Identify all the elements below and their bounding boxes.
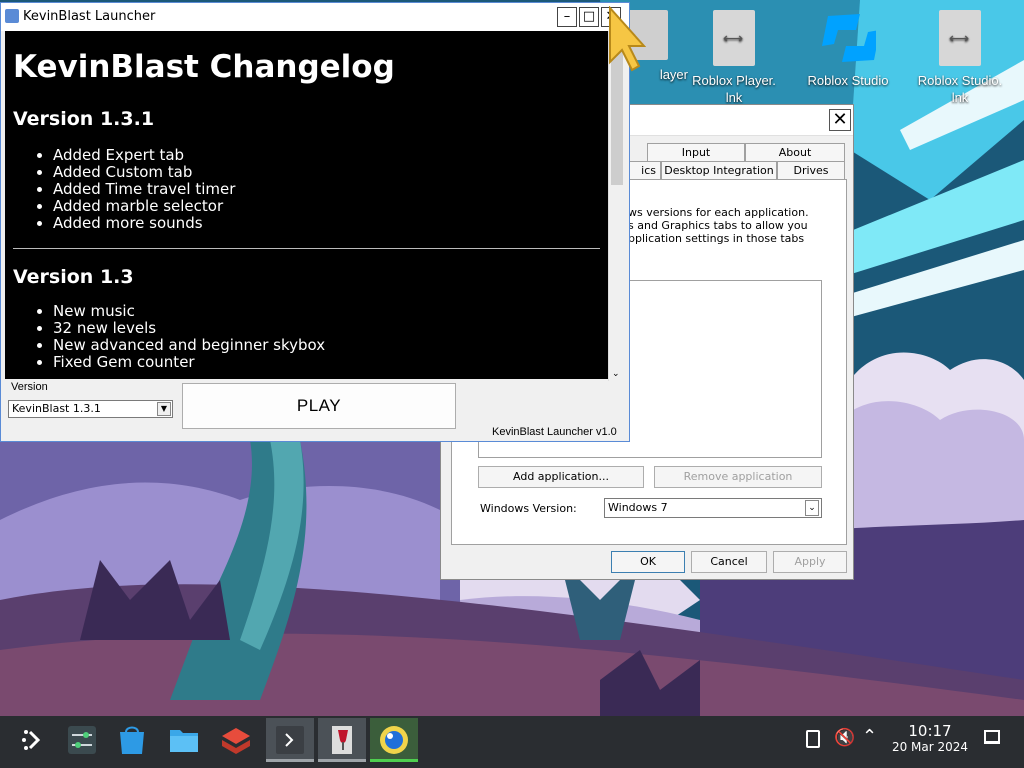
version-heading: Version 1.3.1 xyxy=(13,108,155,130)
version-label: Version xyxy=(11,381,48,393)
mouse-cursor-icon xyxy=(609,6,646,72)
shortcut-file-icon: ⟷ xyxy=(939,10,981,66)
list-item: New advanced and beginner skybox xyxy=(53,337,608,354)
list-item: Added Time travel timer xyxy=(53,181,608,198)
taskbar-terminal[interactable] xyxy=(266,718,314,762)
folder-icon xyxy=(170,730,198,752)
version-changes-list: New music 32 new levels New advanced and… xyxy=(5,303,608,371)
kevinblast-marble-icon xyxy=(380,726,408,754)
tab-about[interactable]: About xyxy=(745,143,845,161)
app-icon xyxy=(5,9,19,23)
clipboard-icon[interactable] xyxy=(806,730,820,748)
changelog-scrollbar[interactable]: ⌃ ⌄ xyxy=(608,31,625,381)
digital-clock[interactable]: 10:17 20 Mar 2024 xyxy=(886,722,974,754)
list-item: Added Custom tab xyxy=(53,164,608,181)
taskbar-wine-config[interactable] xyxy=(318,718,366,762)
shortcut-file-icon: ⟷ xyxy=(713,10,755,66)
windows-version-select[interactable]: Windows 7 ⌄ xyxy=(604,498,822,518)
tab-desktop-integration[interactable]: Desktop Integration xyxy=(661,161,777,179)
taskbar-system-settings[interactable] xyxy=(58,718,106,762)
dropdown-arrow-icon: ▼ xyxy=(157,402,171,416)
desktop-icon-label: Roblox Studio. lnk xyxy=(917,73,1003,105)
play-button[interactable]: PLAY xyxy=(182,383,456,429)
add-application-button[interactable]: Add application... xyxy=(478,466,644,488)
remove-application-button[interactable]: Remove application xyxy=(654,466,822,488)
desktop-icon-label: Roblox Studio xyxy=(807,73,889,88)
taskbar-file-manager[interactable] xyxy=(160,718,208,762)
roblox-studio-icon xyxy=(820,10,880,66)
settings-sliders-icon xyxy=(68,726,96,754)
changelog-view[interactable]: KevinBlast Changelog Version 1.3.1 Added… xyxy=(5,31,608,379)
list-item: Added marble selector xyxy=(53,198,608,215)
launcher-version-footer: KevinBlast Launcher v1.0 xyxy=(492,426,617,438)
wine-glass-icon xyxy=(332,726,352,754)
list-item: New music xyxy=(53,303,608,320)
list-item: Fixed Gem counter xyxy=(53,354,608,371)
tab-drives[interactable]: Drives xyxy=(777,161,845,179)
window-titlebar[interactable]: KevinBlast Launcher – □ ✕ xyxy=(1,3,629,31)
windows-version-label: Windows Version: xyxy=(480,502,577,515)
clock-time: 10:17 xyxy=(908,722,952,740)
version-heading: Version 1.3 xyxy=(13,266,134,288)
ok-button[interactable]: OK xyxy=(611,551,685,573)
minimize-button[interactable]: – xyxy=(557,7,577,27)
clock-date: 20 Mar 2024 xyxy=(891,740,969,754)
changelog-title: KevinBlast Changelog xyxy=(13,49,395,85)
list-item: Added Expert tab xyxy=(53,147,608,164)
maximize-button[interactable]: □ xyxy=(579,7,599,27)
window-title: KevinBlast Launcher xyxy=(23,9,156,24)
speaker-muted-icon[interactable]: 🔇 xyxy=(834,728,855,748)
apply-button[interactable]: Apply xyxy=(773,551,847,573)
minimize-icon: – xyxy=(563,9,571,24)
desktop-icon-roblox-studio-lnk[interactable]: ⟷ Roblox Studio. lnk xyxy=(912,10,1008,106)
terminal-icon xyxy=(276,726,304,754)
red-boxes-icon xyxy=(222,728,250,754)
chevron-up-icon[interactable]: ⌃ xyxy=(862,726,877,747)
show-desktop-icon[interactable] xyxy=(984,730,1000,744)
desktop-icon-roblox-player-lnk[interactable]: ⟷ Roblox Player. lnk xyxy=(686,10,782,106)
discover-store-icon xyxy=(120,726,144,754)
close-icon: ✕ xyxy=(832,109,848,130)
taskbar-discover[interactable] xyxy=(108,718,156,762)
desktop-icon-roblox-studio[interactable]: Roblox Studio xyxy=(800,10,896,89)
applications-description: ws versions for each application. s and … xyxy=(628,206,809,245)
taskbar: 🔇 ⌃ 10:17 20 Mar 2024 xyxy=(0,716,1024,768)
close-button[interactable]: ✕ xyxy=(829,109,851,131)
tab-input[interactable]: Input xyxy=(647,143,745,161)
kevinblast-launcher-window[interactable]: KevinBlast Launcher – □ ✕ KevinBlast Cha… xyxy=(0,2,630,442)
desktop-icon-label: Roblox Player. lnk xyxy=(692,73,776,105)
chevron-down-icon: ⌄ xyxy=(805,500,819,516)
list-item: Added more sounds xyxy=(53,215,608,232)
chevron-down-icon: ⌄ xyxy=(612,369,620,379)
list-item: 32 new levels xyxy=(53,320,608,337)
app-launcher-button[interactable] xyxy=(10,718,58,762)
kde-menu-icon xyxy=(22,730,41,750)
cancel-button[interactable]: Cancel xyxy=(691,551,767,573)
taskbar-kevinblast[interactable] xyxy=(370,718,418,762)
maximize-icon: □ xyxy=(582,9,596,24)
taskbar-boxes-app[interactable] xyxy=(212,718,260,762)
version-changes-list: Added Expert tab Added Custom tab Added … xyxy=(5,147,608,232)
version-select[interactable]: KevinBlast 1.3.1 ▼ xyxy=(8,400,173,418)
